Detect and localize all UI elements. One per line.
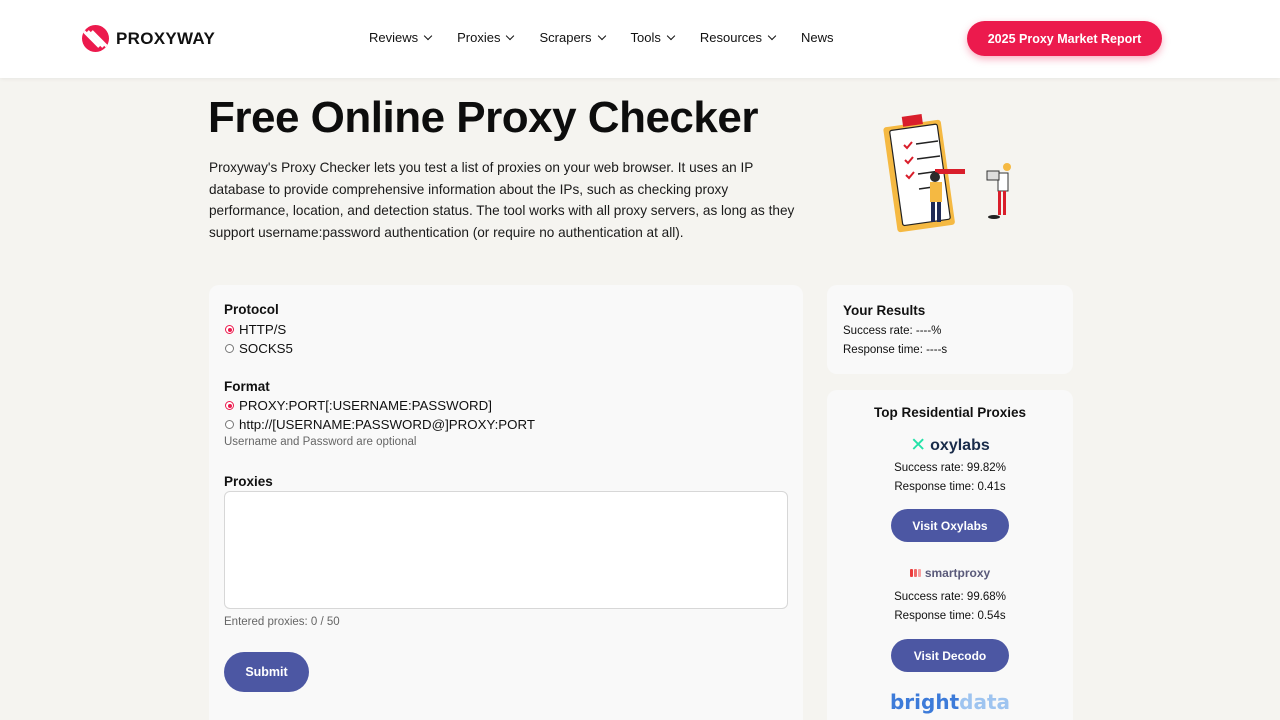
protocol-option-label: SOCKS5 <box>239 341 293 356</box>
brightdata-brand-part2: data <box>959 690 1011 714</box>
format-option-proxy-port[interactable]: PROXY:PORT[:USERNAME:PASSWORD] <box>225 398 492 413</box>
brightdata-brand-text: brightdata <box>890 690 1010 714</box>
oxylabs-response-time: Response time: 0.41s <box>894 481 1006 493</box>
providers-title: Top Residential Proxies <box>873 405 1027 420</box>
nav-news[interactable]: News <box>801 30 834 45</box>
smartproxy-brand-text: smartproxy <box>924 566 991 580</box>
oxylabs-logo-icon: ✕ <box>910 435 927 456</box>
nav-scrapers[interactable]: Scrapers <box>539 30 606 45</box>
visit-decodo-button[interactable]: Visit Decodo <box>891 639 1009 672</box>
entered-proxies-count: Entered proxies: 0 / 50 <box>224 616 340 628</box>
nav-resources-label: Resources <box>699 30 763 45</box>
top-providers-card: Top Residential Proxies ✕ oxylabs Succes… <box>827 390 1073 720</box>
results-card: Your Results Success rate: ----% Respons… <box>827 285 1073 374</box>
page-title: Free Online Proxy Checker <box>208 93 758 142</box>
nav-tools[interactable]: Tools <box>630 30 676 45</box>
proxies-textarea[interactable] <box>224 491 788 609</box>
chevron-down-icon <box>423 31 433 40</box>
proxies-label: Proxies <box>224 474 273 489</box>
protocol-option-https[interactable]: HTTP/S <box>225 322 286 337</box>
smartproxy-logo-icon <box>909 569 921 577</box>
nav-resources[interactable]: Resources <box>699 30 777 45</box>
submit-button[interactable]: Submit <box>224 652 309 692</box>
proxy-checker-form: Protocol HTTP/S SOCKS5 Format PROXY:PORT… <box>209 285 803 720</box>
protocol-label: Protocol <box>224 302 279 317</box>
protocol-option-socks5[interactable]: SOCKS5 <box>225 341 293 356</box>
chevron-down-icon <box>597 31 606 40</box>
nav-scrapers-label: Scrapers <box>539 30 592 45</box>
visit-oxylabs-button[interactable]: Visit Oxylabs <box>891 509 1009 542</box>
nav-proxies-label: Proxies <box>457 30 501 45</box>
results-title: Your Results <box>843 303 926 318</box>
nav-news-label: News <box>801 30 834 45</box>
oxylabs-brand-text: oxylabs <box>930 436 990 454</box>
radio-unselected[interactable] <box>225 344 234 353</box>
results-response-time: Response time: ----s <box>843 344 948 356</box>
format-option-label: http://[USERNAME:PASSWORD@]PROXY:PORT <box>239 417 535 432</box>
nav-proxies[interactable]: Proxies <box>457 30 515 45</box>
proxyway-logo-icon <box>82 25 109 52</box>
oxylabs-logo[interactable]: ✕ oxylabs <box>827 436 1073 455</box>
smartproxy-logo[interactable]: smartproxy <box>827 566 1073 580</box>
nav-reviews-label: Reviews <box>369 30 419 45</box>
oxylabs-success-rate: Success rate: 99.82% <box>894 462 1006 474</box>
chevron-down-icon <box>666 31 676 40</box>
radio-selected[interactable] <box>225 325 234 334</box>
site-header: PROXYWAY Reviews Proxies Scrapers Tools … <box>0 0 1280 78</box>
radio-unselected[interactable] <box>225 420 234 429</box>
brightdata-logo[interactable]: brightdata <box>827 690 1073 714</box>
results-success-rate: Success rate: ----% <box>843 325 942 337</box>
format-label: Format <box>224 379 270 394</box>
main-nav: Reviews Proxies Scrapers Tools Resources… <box>369 30 860 45</box>
nav-reviews[interactable]: Reviews <box>369 30 433 45</box>
nav-tools-label: Tools <box>630 30 661 45</box>
format-option-label: PROXY:PORT[:USERNAME:PASSWORD] <box>239 398 492 413</box>
format-option-http-url[interactable]: http://[USERNAME:PASSWORD@]PROXY:PORT <box>225 417 535 432</box>
brightdata-brand-part1: bright <box>889 690 960 714</box>
logo-text: PROXYWAY <box>116 28 216 48</box>
protocol-option-label: HTTP/S <box>239 322 287 337</box>
chevron-down-icon <box>506 31 515 40</box>
format-hint: Username and Password are optional <box>224 436 417 448</box>
market-report-button[interactable]: 2025 Proxy Market Report <box>967 21 1162 56</box>
chevron-down-icon <box>767 31 777 40</box>
radio-selected[interactable] <box>225 401 234 410</box>
intro-text: Proxyway's Proxy Checker lets you test a… <box>209 160 795 240</box>
smartproxy-success-rate: Success rate: 99.68% <box>894 591 1006 603</box>
checklist-illustration <box>883 114 1011 233</box>
proxyway-logo[interactable]: PROXYWAY <box>82 25 215 52</box>
smartproxy-response-time: Response time: 0.54s <box>894 610 1006 622</box>
